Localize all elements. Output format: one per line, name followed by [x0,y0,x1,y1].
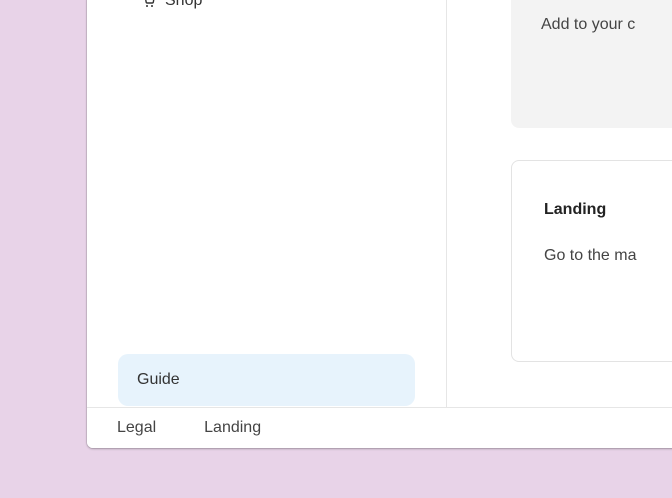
landing-card[interactable]: Landing Go to the ma [511,160,672,362]
app-window: Shop Guide Add to your c Landing Go to t… [87,0,672,448]
info-card-text: Add to your c [541,16,636,33]
sidebar-item-shop[interactable]: Shop [141,0,202,10]
main-content: Add to your c Landing Go to the ma [447,0,672,407]
sidebar-item-label: Shop [165,0,203,9]
footer: Legal Landing [87,407,672,448]
landing-card-text: Go to the ma [544,247,637,264]
cart-icon [141,0,155,8]
sidebar-item-guide-label: Guide [137,371,180,388]
footer-link-legal[interactable]: Legal [117,419,156,437]
footer-link-landing[interactable]: Landing [204,419,261,437]
sidebar-item-guide[interactable]: Guide [118,354,415,406]
page-background: Shop Guide Add to your c Landing Go to t… [0,0,672,498]
sidebar: Shop Guide [87,0,447,407]
landing-card-title: Landing [544,201,607,218]
info-card: Add to your c [511,0,672,128]
